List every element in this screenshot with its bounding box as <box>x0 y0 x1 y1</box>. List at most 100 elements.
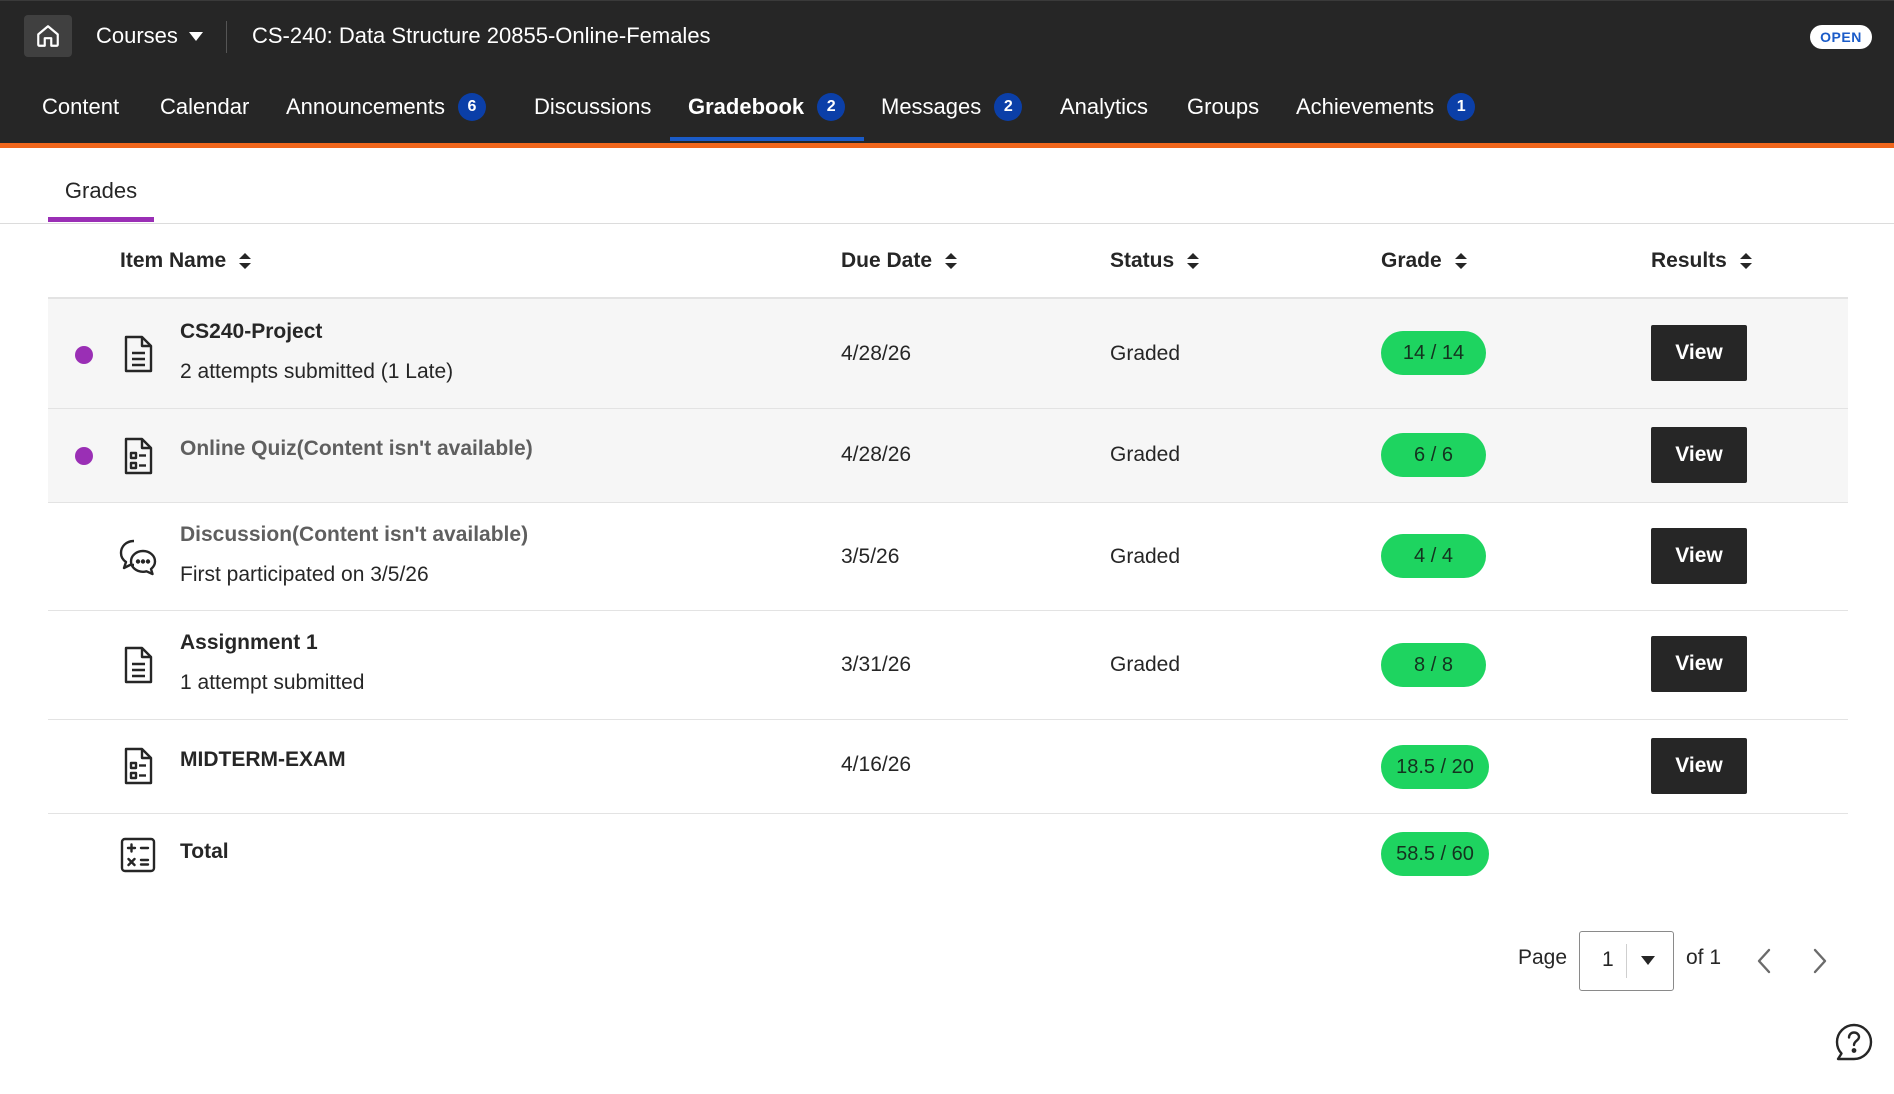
tab-label: Messages <box>881 94 982 119</box>
total-grade-pill: 58.5 / 60 <box>1381 832 1489 876</box>
new-indicator-dot <box>75 447 93 465</box>
page-select[interactable]: 1 <box>1579 931 1674 991</box>
header-label: Item Name <box>120 249 227 272</box>
status-text: Graded <box>1110 342 1181 365</box>
sort-icon <box>1454 253 1467 269</box>
document-icon <box>124 646 153 684</box>
course-nav: Content Calendar Announcements 6 Discuss… <box>0 71 1894 143</box>
sort-icon <box>1187 253 1200 269</box>
header-label: Status <box>1110 249 1175 272</box>
subtab-grades[interactable]: Grades <box>48 160 154 222</box>
item-subtitle: 1 attempt submitted <box>180 671 365 694</box>
table-row: Online Quiz(Content isn't available) 4/2… <box>48 409 1848 503</box>
nav-accent-bar <box>0 143 1894 148</box>
tab-analytics[interactable]: Analytics <box>1060 71 1148 143</box>
grade-pill: 14 / 14 <box>1381 331 1486 375</box>
chevron-right-icon[interactable] <box>1808 946 1832 976</box>
caret-down-icon <box>188 32 203 41</box>
view-results-button[interactable]: View <box>1651 636 1747 692</box>
sort-icon <box>239 253 252 269</box>
active-tab-indicator <box>670 137 864 141</box>
item-title-link[interactable]: CS240-Project <box>180 320 322 344</box>
home-button[interactable] <box>24 15 72 57</box>
view-results-button[interactable]: View <box>1651 427 1747 483</box>
count-badge: 1 <box>1447 93 1476 121</box>
header-label: Grade <box>1381 249 1442 272</box>
view-results-button[interactable]: View <box>1651 325 1747 381</box>
tab-content[interactable]: Content <box>42 71 119 143</box>
sort-icon <box>945 253 958 269</box>
tab-announcements[interactable]: Announcements 6 <box>286 71 486 143</box>
table-row: Discussion(Content isn't available) Firs… <box>48 503 1848 611</box>
view-results-button[interactable]: View <box>1651 738 1747 794</box>
chevron-left-icon[interactable] <box>1752 946 1776 976</box>
table-row: MIDTERM-EXAM 4/16/26 18.5 / 20 View <box>48 720 1848 814</box>
top-bar: Courses CS-240: Data Structure 20855-Onl… <box>0 0 1894 71</box>
page-label: Page <box>1518 946 1568 969</box>
grade-pill: 6 / 6 <box>1381 433 1486 477</box>
discussion-icon <box>119 539 157 576</box>
sort-icon <box>1739 253 1752 269</box>
courses-dropdown[interactable]: Courses <box>96 21 204 51</box>
grade-pill: 8 / 8 <box>1381 643 1486 687</box>
tab-discussions[interactable]: Discussions <box>534 71 651 143</box>
column-header-results[interactable]: Results <box>1651 246 1753 276</box>
document-icon <box>124 335 153 373</box>
tab-label: Announcements <box>286 94 445 119</box>
grade-pill: 4 / 4 <box>1381 534 1486 578</box>
count-badge: 6 <box>458 93 486 121</box>
table-row: CS240-Project 2 attempts submitted (1 La… <box>48 299 1848 409</box>
course-title: CS-240: Data Structure 20855-Online-Fema… <box>252 23 711 48</box>
item-title: Online Quiz(Content isn't available) <box>180 437 533 460</box>
item-subtitle: First participated on 3/5/26 <box>180 563 429 586</box>
page-select-divider <box>1626 944 1627 978</box>
courses-label: Courses <box>96 23 178 48</box>
open-status-badge: OPEN <box>1810 25 1872 49</box>
column-header-grade[interactable]: Grade <box>1381 246 1468 276</box>
help-icon[interactable] <box>1834 1022 1874 1062</box>
tab-gradebook[interactable]: Gradebook 2 <box>688 71 846 143</box>
total-row: Total 58.5 / 60 <box>48 814 1848 894</box>
item-title-link[interactable]: Assignment 1 <box>180 631 318 655</box>
due-date: 4/28/26 <box>841 342 912 365</box>
column-header-item-name[interactable]: Item Name <box>120 246 252 276</box>
tab-label: Gradebook <box>688 94 805 119</box>
quiz-icon <box>124 437 153 475</box>
item-subtitle: 2 attempts submitted (1 Late) <box>180 360 454 383</box>
tab-label: Discussions <box>534 94 652 119</box>
topbar-divider <box>226 21 227 53</box>
tab-calendar[interactable]: Calendar <box>160 71 249 143</box>
due-date: 3/5/26 <box>841 545 900 568</box>
tab-messages[interactable]: Messages 2 <box>881 71 1023 143</box>
page-select-value: 1 <box>1602 948 1614 971</box>
tab-label: Calendar <box>160 94 250 119</box>
caret-down-icon <box>1641 956 1655 965</box>
active-subtab-indicator <box>48 217 154 222</box>
item-title-link[interactable]: MIDTERM-EXAM <box>180 748 346 772</box>
status-text: Graded <box>1110 443 1181 466</box>
subtab-label: Grades <box>64 178 138 203</box>
page-count-label: of 1 <box>1686 946 1722 969</box>
tab-groups[interactable]: Groups <box>1187 71 1259 143</box>
calculator-icon <box>120 837 156 873</box>
subtab-divider <box>0 223 1894 224</box>
quiz-icon <box>124 747 153 785</box>
count-badge: 2 <box>817 93 846 121</box>
tab-achievements[interactable]: Achievements 1 <box>1296 71 1476 143</box>
due-date: 4/16/26 <box>841 753 912 776</box>
status-text: Graded <box>1110 653 1181 676</box>
column-header-status[interactable]: Status <box>1110 246 1200 276</box>
header-label: Results <box>1651 249 1727 272</box>
tab-label: Achievements <box>1296 94 1435 119</box>
home-icon <box>37 25 59 47</box>
grade-pill: 18.5 / 20 <box>1381 745 1489 789</box>
new-indicator-dot <box>75 346 93 364</box>
view-results-button[interactable]: View <box>1651 528 1747 584</box>
total-label: Total <box>180 840 229 863</box>
due-date: 3/31/26 <box>841 653 912 676</box>
tab-label: Analytics <box>1060 94 1149 119</box>
tab-label: Groups <box>1187 94 1260 119</box>
column-header-due-date[interactable]: Due Date <box>841 246 958 276</box>
status-text: Graded <box>1110 545 1181 568</box>
item-title: Discussion(Content isn't available) <box>180 523 529 546</box>
